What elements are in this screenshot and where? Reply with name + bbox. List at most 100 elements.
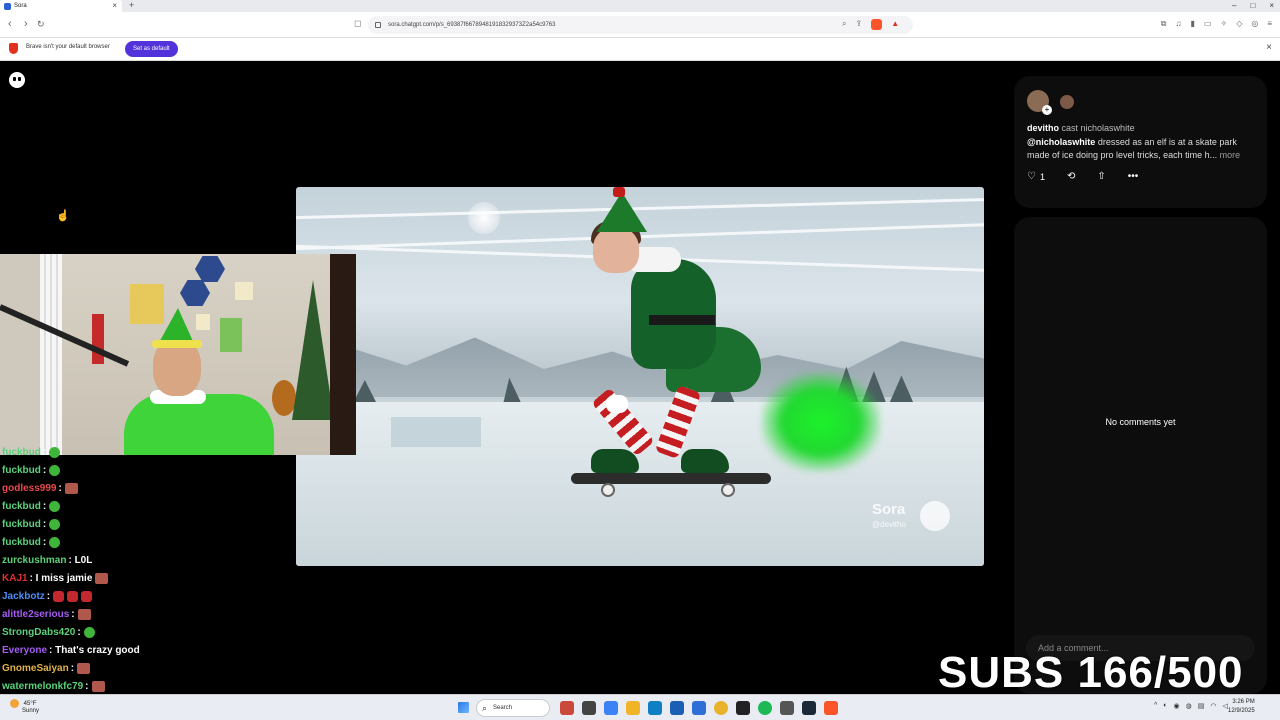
chat-username[interactable]: zurckushman bbox=[2, 555, 66, 566]
upload-icon: ⇧ bbox=[1097, 171, 1106, 182]
new-tab-button[interactable]: + bbox=[129, 0, 134, 11]
chat-emote-icon bbox=[49, 447, 61, 458]
chat-text: : I miss jamie bbox=[29, 573, 93, 584]
tabs-icon[interactable]: ▭ bbox=[1204, 19, 1212, 29]
chat-username[interactable]: KAJ1 bbox=[2, 573, 28, 584]
share-button[interactable]: ⇧ bbox=[1097, 171, 1105, 182]
post-actions: ♡ 1 ⟲ ⇧ ••• bbox=[1027, 171, 1160, 182]
minimize-button[interactable]: – bbox=[1232, 0, 1236, 11]
wallet-icon[interactable]: ◇ bbox=[1236, 19, 1242, 29]
tray-app-icon[interactable]: ◉ bbox=[1174, 702, 1180, 710]
follow-plus-icon[interactable]: + bbox=[1042, 105, 1052, 115]
remix-button[interactable]: ⟲ bbox=[1067, 171, 1075, 182]
browser-tab-strip: Sora × + – □ × bbox=[0, 0, 1280, 12]
ellipsis-icon: ••• bbox=[1127, 171, 1139, 182]
cast-text[interactable]: cast nicholaswhite bbox=[1062, 123, 1135, 133]
tab-sora[interactable]: Sora × bbox=[0, 0, 122, 12]
wifi-icon[interactable]: ◠ bbox=[1210, 702, 1216, 710]
mail-icon[interactable] bbox=[692, 701, 706, 715]
brave-taskbar-icon[interactable] bbox=[824, 701, 838, 715]
notice-text: Brave isn't your default browser bbox=[26, 44, 110, 50]
chat-text: : bbox=[70, 663, 75, 674]
task-view-icon[interactable] bbox=[582, 701, 596, 715]
sun-glare bbox=[468, 202, 500, 234]
chat-text: : That's crazy good bbox=[49, 645, 140, 656]
steam-icon[interactable] bbox=[802, 701, 816, 715]
file-explorer-icon[interactable] bbox=[626, 701, 640, 715]
sidebar-icon[interactable]: ▮ bbox=[1191, 19, 1195, 29]
more-link[interactable]: more bbox=[1220, 150, 1241, 160]
weather-widget[interactable]: 45°F Sunny bbox=[10, 699, 39, 715]
widget-app-icon[interactable] bbox=[560, 701, 574, 715]
tray-app-icon[interactable]: ◍ bbox=[1186, 702, 1192, 710]
sora-logo-icon[interactable] bbox=[9, 72, 25, 88]
brave-rewards-icon[interactable]: ▲ bbox=[891, 19, 899, 30]
app-icon[interactable] bbox=[780, 701, 794, 715]
reload-icon[interactable]: ↻ bbox=[37, 19, 45, 30]
back-icon[interactable]: ‹ bbox=[8, 18, 12, 30]
chat-text: : bbox=[42, 447, 47, 458]
chat-message: godless999: bbox=[2, 483, 78, 494]
chat-username[interactable]: fuckbud bbox=[2, 501, 41, 512]
tray-app-icon[interactable]: ▤ bbox=[1198, 702, 1205, 710]
maximize-button[interactable]: □ bbox=[1250, 0, 1255, 11]
start-windows-icon[interactable] bbox=[458, 702, 469, 713]
chat-emote-icon bbox=[83, 627, 95, 638]
chat-emote-icon bbox=[49, 537, 61, 548]
url-field[interactable]: sora.chatgpt.com/p/s_69387f6678948191832… bbox=[368, 16, 913, 34]
close-window-button[interactable]: × bbox=[1269, 0, 1274, 11]
tab-close-icon[interactable]: × bbox=[112, 1, 117, 10]
forward-icon[interactable]: › bbox=[24, 18, 28, 30]
extensions-icon[interactable]: ⧉ bbox=[1161, 19, 1167, 29]
spotify-icon[interactable] bbox=[758, 701, 772, 715]
address-bar-row: ‹ › ↻ ◻ sora.chatgpt.com/p/s_69387f66789… bbox=[0, 12, 1280, 38]
set-default-button[interactable]: Set as default bbox=[125, 41, 178, 57]
chat-message: StrongDabs420: bbox=[2, 627, 95, 638]
vpn-icon[interactable]: ◎ bbox=[1251, 19, 1258, 29]
notice-close-icon[interactable]: × bbox=[1266, 42, 1272, 53]
chat-username[interactable]: Jackbotz bbox=[2, 591, 45, 602]
chat-emote-icon bbox=[77, 609, 91, 620]
edge-icon[interactable] bbox=[648, 701, 662, 715]
chat-emote-icon bbox=[67, 591, 79, 602]
leo-icon[interactable]: ✧ bbox=[1220, 19, 1227, 29]
menu-icon[interactable]: ≡ bbox=[1267, 19, 1272, 29]
chat-username[interactable]: fuckbud bbox=[2, 519, 41, 530]
brave-shields-icon[interactable] bbox=[871, 19, 883, 30]
taskbar-search[interactable]: Search bbox=[476, 699, 550, 717]
tray-chevron-icon[interactable]: ^ bbox=[1154, 702, 1157, 710]
chat-username[interactable]: StrongDabs420 bbox=[2, 627, 75, 638]
chat-text: : bbox=[77, 627, 81, 638]
weather-desc: Sunny bbox=[22, 708, 40, 715]
chrome-icon[interactable] bbox=[714, 701, 728, 715]
chat-username[interactable]: GnomeSaiyan bbox=[2, 663, 69, 674]
chat-message: watermelonkfc79: bbox=[2, 681, 105, 692]
chat-username[interactable]: Everyone bbox=[2, 645, 47, 656]
caption-mention[interactable]: @nicholaswhite bbox=[1027, 137, 1095, 147]
more-options-button[interactable]: ••• bbox=[1128, 171, 1139, 182]
chat-username[interactable]: fuckbud bbox=[2, 465, 41, 476]
chat-username[interactable]: godless999 bbox=[2, 483, 56, 494]
obs-icon[interactable] bbox=[736, 701, 750, 715]
store-icon[interactable] bbox=[670, 701, 684, 715]
chat-text: : bbox=[71, 609, 75, 620]
cast-avatar[interactable] bbox=[1060, 95, 1074, 109]
zoom-icon[interactable]: ⌕ bbox=[842, 19, 846, 30]
bookmark-icon[interactable]: ◻ bbox=[354, 18, 361, 29]
share-icon[interactable]: ⇪ bbox=[855, 19, 862, 30]
taskbar-clock[interactable]: 3:26 PM 12/9/2025 bbox=[1228, 698, 1255, 716]
like-button[interactable]: ♡ 1 bbox=[1027, 171, 1045, 182]
remix-icon: ⟲ bbox=[1066, 171, 1076, 182]
media-icon[interactable]: ♫ bbox=[1176, 19, 1182, 29]
chat-username[interactable]: watermelonkfc79 bbox=[2, 681, 83, 692]
author-username[interactable]: devitho bbox=[1027, 123, 1059, 133]
tray-app-icon[interactable]: ◐ bbox=[1163, 702, 1167, 710]
video-player[interactable]: Sora @devitho bbox=[296, 187, 984, 566]
copilot-icon[interactable] bbox=[604, 701, 618, 715]
chat-username[interactable]: fuckbud bbox=[2, 447, 41, 458]
chat-username[interactable]: fuckbud bbox=[2, 537, 41, 548]
chat-message: alittle2serious: bbox=[2, 609, 91, 620]
chat-text: : L0L bbox=[68, 555, 93, 566]
chat-username[interactable]: alittle2serious bbox=[2, 609, 69, 620]
post-caption: @nicholaswhite dressed as an elf is at a… bbox=[1027, 136, 1257, 162]
